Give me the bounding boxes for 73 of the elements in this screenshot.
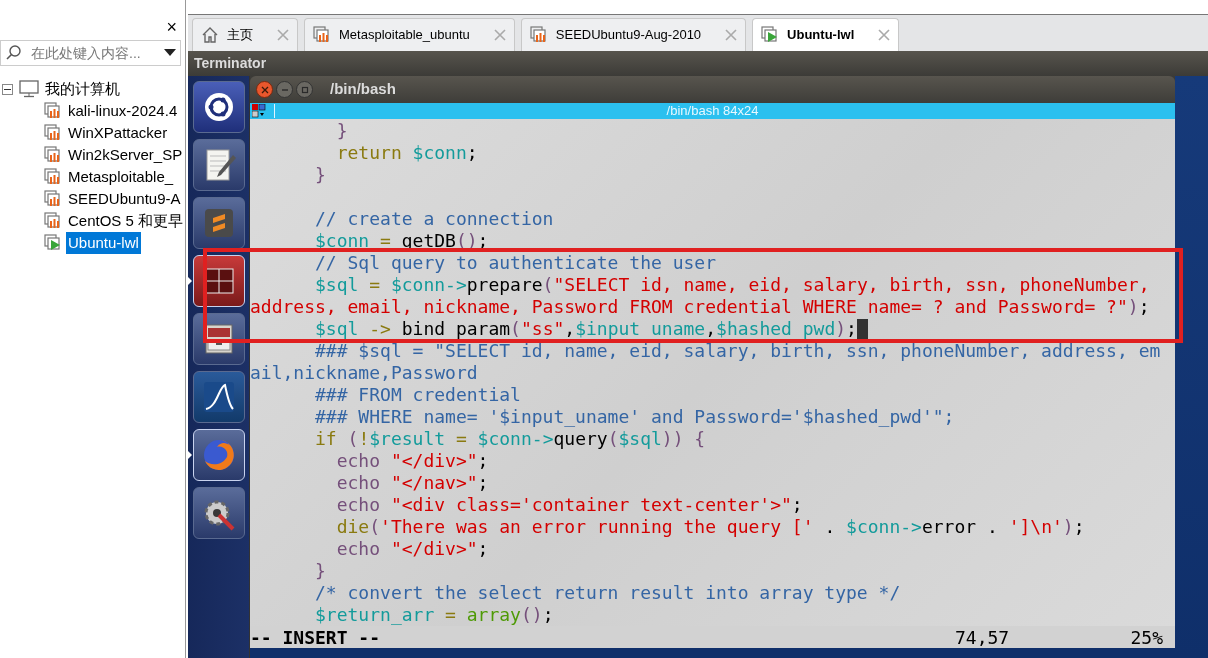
home-icon (201, 26, 219, 44)
vm-item[interactable]: WinXPattacker (66, 121, 170, 145)
tab[interactable]: SEEDUbuntu9-Aug-2010 (520, 18, 747, 51)
vm-icon (44, 124, 62, 142)
shark-fin-icon[interactable] (192, 371, 245, 423)
terminal-tab-title: /bin/bash 84x24 (665, 103, 760, 119)
code-line: echo "</div>"; (335, 450, 489, 472)
code-line: } (314, 560, 326, 582)
code-line: ### WHERE name= '$input_uname' and Password='$hashed_pwd'"; (314, 406, 955, 428)
close-button[interactable] (256, 81, 273, 98)
computer-icon (19, 80, 39, 98)
vm-icon (313, 26, 331, 44)
tab-label: 主页 (227, 26, 253, 45)
vm-item[interactable]: CentOS 5 和更早 (66, 209, 186, 233)
sublime-text-icon[interactable] (192, 197, 245, 249)
vm-item[interactable]: Ubuntu-lwl (66, 231, 141, 255)
vm-icon (44, 168, 62, 186)
vm-icon (44, 102, 62, 120)
running-vm-icon (761, 26, 780, 44)
code-line: /* convert the select return result into array type */ (314, 582, 901, 604)
code-line: echo "</nav>"; (335, 472, 489, 494)
vm-item[interactable]: SEEDUbuntu9-A (66, 187, 183, 211)
close-button[interactable]: × (166, 18, 177, 36)
window-title: /bin/bash (330, 79, 396, 100)
code-line: address, email, nickname, Password FROM credential WHERE name= ? and Password= ?"); (250, 296, 1150, 318)
vm-icon (529, 26, 548, 44)
scroll-percent: 25% (1129, 625, 1164, 650)
code-line: // Sql query to authenticate the user (314, 252, 716, 274)
code-line: } (335, 120, 348, 142)
settings-icon[interactable] (192, 487, 245, 539)
collapse-toggle[interactable] (2, 83, 13, 95)
code-line: die('There was an error running the query [' . $conn->error . ']\n'); (335, 516, 1085, 538)
vm-item[interactable]: Win2kServer_SP (66, 143, 185, 167)
file-cabinet-icon[interactable] (192, 313, 245, 365)
code-line: $sql -> bind param("ss",$input uname,$hashed pwd); (314, 318, 857, 340)
mode-indicator: -- INSERT -- (250, 625, 381, 650)
tab[interactable]: 主页 (192, 18, 298, 51)
search-field[interactable]: 在此处键入内容... (0, 40, 181, 66)
cursor-position: 74,57 (955, 625, 1011, 650)
tab-label: SEEDUbuntu9-Aug-2010 (555, 26, 702, 45)
code-line: // create a connection (314, 208, 554, 230)
tab[interactable]: Metasploitable_ubuntu (304, 18, 515, 51)
text-editor-icon[interactable] (192, 139, 245, 191)
tree-label[interactable]: 我的计算机 (45, 77, 120, 101)
code-line: return $conn; (335, 142, 478, 164)
code-line: echo "<div class='container text-center'>"; (335, 494, 803, 516)
dropdown-caret-icon (164, 49, 176, 57)
maximize-button[interactable] (296, 81, 313, 98)
ubuntu-logo-icon[interactable] (192, 81, 245, 133)
close-icon (260, 85, 269, 94)
vm-icon (44, 146, 62, 164)
vm-item[interactable]: kali-linux-2024.4 (66, 99, 180, 123)
tab[interactable]: Ubuntu-lwl (752, 18, 900, 51)
running-vm-icon (44, 234, 62, 252)
code-line: echo "</div>"; (335, 538, 489, 560)
code-line: $sql = $conn->prepare("SELECT id, name, eid, salary, birth, ssn, phoneNumber, (314, 274, 1150, 296)
code-line: ### $sql = "SELECT id, name, eid, salary, birth, ssn, phoneNumber, address, em (314, 340, 1161, 362)
code-line: } (314, 164, 326, 186)
code-line: if (!$result = $conn->query($sql)) { (314, 428, 706, 450)
app-title: Terminator (194, 54, 267, 73)
vm-icon (44, 190, 62, 208)
code-line: ail,nickname,Password (250, 362, 478, 384)
code-line: $return_arr = array(); (314, 604, 554, 626)
vm-icon (44, 212, 62, 230)
layout-grid-icon[interactable] (252, 104, 266, 118)
vm-item[interactable]: Metasploitable_ (66, 165, 176, 189)
maximize-icon (300, 85, 309, 94)
tab-label: Metasploitable_ubuntu (339, 26, 470, 45)
code-line: ### FROM credential (314, 384, 521, 406)
tab-label: Ubuntu-lwl (787, 26, 855, 45)
browser-icon[interactable] (192, 429, 245, 481)
search-icon (5, 44, 23, 62)
terminal-icon[interactable] (192, 255, 245, 307)
